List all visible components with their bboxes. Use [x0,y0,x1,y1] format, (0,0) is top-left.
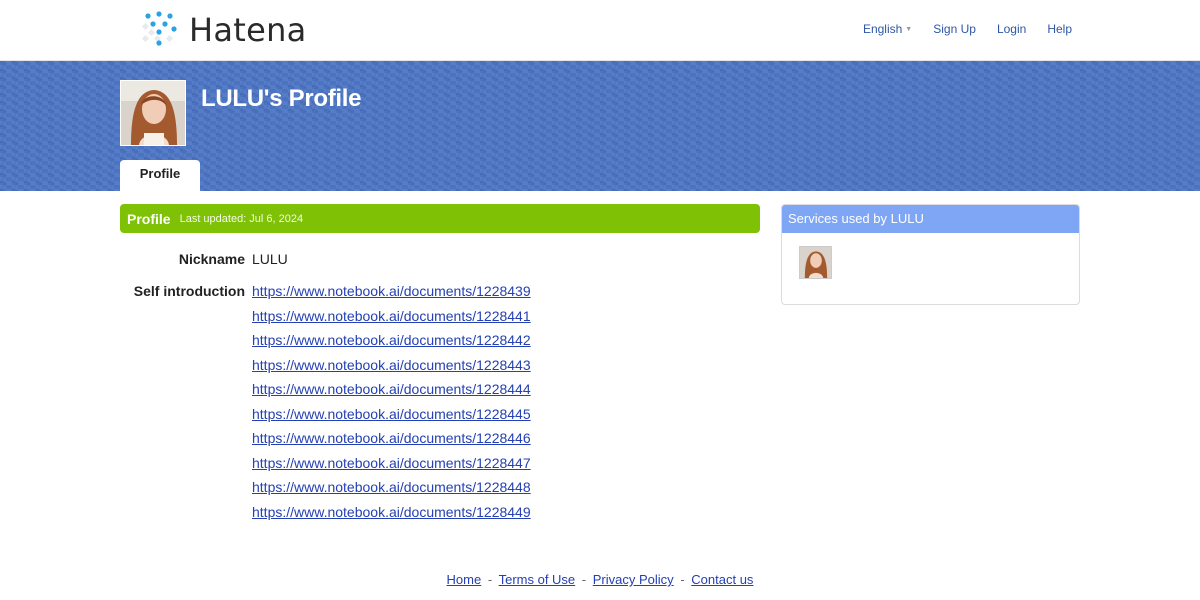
footer-separator: - [487,572,493,587]
intro-link[interactable]: https://www.notebook.ai/documents/122843… [252,283,531,308]
login-link[interactable]: Login [997,22,1026,36]
service-avatar-icon[interactable] [799,246,832,279]
intro-link[interactable]: https://www.notebook.ai/documents/122844… [252,455,531,480]
logo-text: Hatena [189,11,307,49]
page-title: LULU's Profile [201,85,362,112]
last-updated: Last updated: Jul 6, 2024 [179,212,304,225]
footer-terms-link[interactable]: Terms of Use [499,572,576,587]
footer-separator: - [581,572,587,587]
top-bar: Hatena English ▼ Sign Up Login Help [0,0,1200,61]
help-link[interactable]: Help [1047,22,1072,36]
intro-link[interactable]: https://www.notebook.ai/documents/122844… [252,308,531,333]
self-intro-links: https://www.notebook.ai/documents/122843… [252,283,531,528]
signup-link[interactable]: Sign Up [933,22,976,36]
intro-link[interactable]: https://www.notebook.ai/documents/122844… [252,504,531,529]
tab-profile[interactable]: Profile [120,160,200,191]
language-label: English [862,22,903,36]
service-photo-icon [800,247,831,278]
profile-section-header: Profile Last updated: Jul 6, 2024 [120,204,760,233]
profile-banner: LULU's Profile Profile [0,61,1200,191]
avatar [120,80,186,146]
services-panel: Services used by LULU [781,204,1080,305]
avatar-photo-icon [121,81,185,145]
footer-contact-link[interactable]: Contact us [691,572,753,587]
footer-separator: - [680,572,685,587]
hatena-logo[interactable]: Hatena [139,9,307,51]
nickname-label: Nickname [178,251,245,267]
intro-link[interactable]: https://www.notebook.ai/documents/122844… [252,479,531,504]
hatena-logo-icon [141,11,177,46]
intro-link[interactable]: https://www.notebook.ai/documents/122844… [252,406,531,431]
self-intro-label: Self introduction [133,283,245,299]
footer: Home - Terms of Use - Privacy Policy - C… [0,572,1200,587]
nickname-value: LULU [252,251,288,267]
intro-link[interactable]: https://www.notebook.ai/documents/122844… [252,430,531,455]
intro-link[interactable]: https://www.notebook.ai/documents/122844… [252,332,531,357]
intro-link[interactable]: https://www.notebook.ai/documents/122844… [252,381,531,406]
top-nav: English ▼ Sign Up Login Help [842,22,1072,36]
intro-link[interactable]: https://www.notebook.ai/documents/122844… [252,357,531,382]
footer-home-link[interactable]: Home [447,572,482,587]
section-title: Profile [127,210,171,227]
services-panel-title: Services used by LULU [782,205,1079,233]
language-selector[interactable]: English ▼ [863,22,912,36]
footer-privacy-link[interactable]: Privacy Policy [593,572,674,587]
chevron-down-icon: ▼ [905,25,913,33]
